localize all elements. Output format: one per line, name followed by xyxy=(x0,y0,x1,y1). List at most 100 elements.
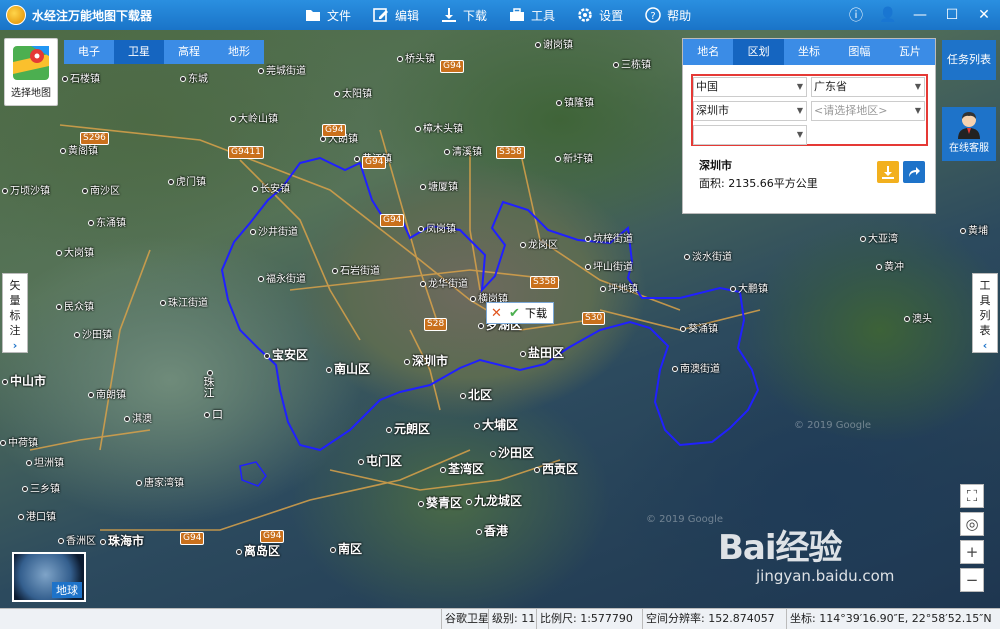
globe-view-button[interactable]: 地球 xyxy=(12,552,86,602)
highway-shield: S358 xyxy=(496,146,525,159)
zoom-out-button[interactable]: − xyxy=(960,568,984,592)
menu-tools[interactable]: 工具 xyxy=(509,0,555,30)
place-label: 坦洲镇 xyxy=(26,454,64,469)
tool-list-tab[interactable]: 工 具 列 表 ‹ xyxy=(972,273,998,353)
user-icon: 👤 xyxy=(879,7,897,23)
check-icon[interactable]: ✔ xyxy=(509,306,525,321)
tab-elevation[interactable]: 高程 xyxy=(164,40,214,64)
highway-shield: G94 xyxy=(380,214,405,227)
close-button[interactable]: ✕ xyxy=(968,0,1000,30)
pearl-river-label: 珠江 xyxy=(200,370,216,398)
menu-settings-label: 设置 xyxy=(599,8,624,23)
place-label: 葵涌镇 xyxy=(680,320,718,335)
place-label: 龙岗区 xyxy=(520,236,558,251)
menu-edit[interactable]: 编辑 xyxy=(373,0,419,30)
menu-file[interactable]: 文件 xyxy=(305,0,351,30)
place-label: 沙田区 xyxy=(490,444,534,461)
gear-icon xyxy=(578,8,592,22)
place-label: 东涌镇 xyxy=(88,214,126,229)
place-label: 凤岗镇 xyxy=(418,220,456,235)
main-menu: 文件 编辑 下载 工具 设置 ? 帮助 xyxy=(305,0,713,30)
map-source-selector[interactable]: 选择地图 xyxy=(4,38,58,106)
tab-map-sheet[interactable]: 图幅 xyxy=(834,39,884,65)
place-label: 长安镇 xyxy=(252,180,290,195)
country-value: 中国 xyxy=(696,80,718,93)
place-label: 民众镇 xyxy=(56,298,94,313)
place-label: 清溪镇 xyxy=(444,143,482,158)
side-tab-char: 表 xyxy=(979,324,991,337)
task-list-button[interactable]: 任务列表 xyxy=(942,40,996,80)
result-name: 深圳市 xyxy=(699,159,732,172)
expand-icon: ⛶ xyxy=(966,487,978,505)
side-tab-char: 量 xyxy=(9,294,21,307)
tab-division[interactable]: 区划 xyxy=(733,39,784,65)
chevron-down-icon: ▼ xyxy=(796,82,803,91)
zoom-in-button[interactable]: + xyxy=(960,540,984,564)
district-select[interactable]: <请选择地区> ▼ xyxy=(811,101,925,121)
district-placeholder: <请选择地区> xyxy=(814,104,888,117)
place-label: 九龙城区 xyxy=(466,492,522,509)
place-label: 澳头 xyxy=(904,310,932,325)
cancel-icon[interactable]: ✕ xyxy=(491,306,505,321)
menu-help[interactable]: ? 帮助 xyxy=(645,0,691,30)
place-label: 谢岗镇 xyxy=(535,36,573,51)
place-label: 西贡区 xyxy=(534,460,578,477)
place-label: 大鹏镇 xyxy=(730,280,768,295)
vector-annotation-tab[interactable]: 矢 量 标 注 › xyxy=(2,273,28,353)
download-region-button[interactable] xyxy=(877,161,899,183)
tab-terrain[interactable]: 地形 xyxy=(214,40,264,64)
download-popup-label[interactable]: 下载 xyxy=(525,305,547,321)
place-label: 葵青区 xyxy=(418,494,462,511)
place-label: 大亚湾 xyxy=(860,230,898,245)
tab-vector[interactable]: 电子 xyxy=(64,40,114,64)
tab-place-name[interactable]: 地名 xyxy=(683,39,733,65)
menu-settings[interactable]: 设置 xyxy=(577,0,623,30)
sub-district-select[interactable]: ▼ xyxy=(693,125,807,145)
minus-icon: − xyxy=(965,571,979,589)
globe-label: 地球 xyxy=(52,582,82,598)
download-icon xyxy=(442,8,457,22)
map-type-tabs: 电子 卫星 高程 地形 xyxy=(64,40,264,64)
baidu-logo: Bai经验 xyxy=(718,528,843,568)
side-tab-char: 矢 xyxy=(9,279,21,292)
share-region-button[interactable] xyxy=(903,161,925,183)
locate-button[interactable]: ◎ xyxy=(960,512,984,536)
highway-shield: S358 xyxy=(530,276,559,289)
highway-shield: S30 xyxy=(582,312,606,325)
tab-coordinate[interactable]: 坐标 xyxy=(784,39,834,65)
fit-extent-button[interactable]: ⛶ xyxy=(960,484,984,508)
status-bar: 谷歌卫星 级别: 11 比例尺: 1:577790 空间分辨率: 152.874… xyxy=(0,608,1000,629)
folder-icon xyxy=(306,10,320,21)
place-label: 樟木头镇 xyxy=(415,120,463,135)
place-label: 沙田镇 xyxy=(74,326,112,341)
country-select[interactable]: 中国 ▼ xyxy=(693,77,807,97)
highway-shield: S296 xyxy=(80,132,109,145)
place-label: 南山区 xyxy=(326,360,370,377)
user-button[interactable]: 👤 xyxy=(872,0,904,30)
panel-tabs: 地名 区划 坐标 图幅 瓦片 xyxy=(683,39,935,65)
info-icon: ⓘ xyxy=(849,8,863,24)
window-controls: ⓘ 👤 — ☐ ✕ xyxy=(840,0,1000,30)
city-select[interactable]: 深圳市 ▼ xyxy=(693,101,807,121)
plus-icon: + xyxy=(965,543,979,561)
place-label: 坪地镇 xyxy=(600,280,638,295)
maximize-button[interactable]: ☐ xyxy=(936,0,968,30)
province-select[interactable]: 广东省 ▼ xyxy=(811,77,925,97)
online-service-button[interactable]: 在线客服 xyxy=(942,107,996,161)
minimize-button[interactable]: — xyxy=(904,0,936,30)
highway-shield: G9411 xyxy=(228,146,264,159)
status-level: 级别: 11 xyxy=(488,609,538,629)
info-button[interactable]: ⓘ xyxy=(840,0,872,30)
chevron-down-icon: ▼ xyxy=(914,82,921,91)
place-label: 屯门区 xyxy=(358,452,402,469)
menu-help-label: 帮助 xyxy=(667,8,692,23)
place-label: 太阳镇 xyxy=(334,85,372,100)
place-label: 大岭山镇 xyxy=(230,110,278,125)
place-label: 桥头镇 xyxy=(397,50,435,65)
tab-tile[interactable]: 瓦片 xyxy=(885,39,935,65)
result-area: 面积: 2135.66平方公里 xyxy=(699,177,818,190)
highway-shield: G94 xyxy=(440,60,465,73)
menu-download[interactable]: 下载 xyxy=(441,0,487,30)
tab-satellite[interactable]: 卫星 xyxy=(114,40,164,64)
app-title: 水经注万能地图下载器 xyxy=(32,8,153,23)
